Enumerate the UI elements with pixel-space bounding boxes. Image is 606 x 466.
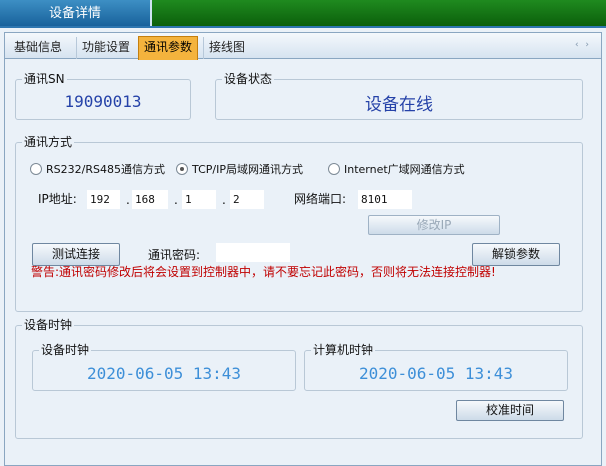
device-status-group: 设备状态 设备在线: [215, 72, 583, 120]
computer-time-box: 计算机时钟 2020-06-05 13:43: [304, 343, 568, 391]
password-label: 通讯密码:: [148, 248, 201, 262]
password-input[interactable]: [216, 243, 290, 262]
radio-tcpip[interactable]: TCP/IP局域网通讯方式: [176, 162, 303, 178]
tab-basic-info[interactable]: 基础信息: [9, 37, 67, 59]
radio-tcpip-label: TCP/IP局域网通讯方式: [192, 163, 303, 176]
ip-octet-2-input[interactable]: 168: [132, 190, 168, 209]
ip-dot-separator: .: [126, 193, 130, 207]
radio-tcpip-circle-icon[interactable]: [176, 163, 188, 175]
tab-scroll-arrows-icon[interactable]: ‹ ›: [575, 40, 591, 50]
tab-bar: 基础信息 功能设置 通讯参数 接线图 ‹ ›: [5, 33, 601, 60]
device-status-value: 设备在线: [365, 95, 433, 115]
tab-comm-params[interactable]: 通讯参数: [138, 36, 199, 60]
device-clock-group: 设备时钟 设备时钟 2020-06-05 13:43 计算机时钟 2020-06…: [15, 318, 583, 439]
window-title: 设备详情: [0, 0, 152, 27]
sn-legend: 通讯SN: [22, 72, 67, 86]
sn-value: 19090013: [64, 92, 142, 111]
device-status-legend: 设备状态: [222, 72, 275, 86]
port-input[interactable]: 8101: [358, 190, 412, 209]
port-label: 网络端口:: [294, 192, 347, 206]
password-warning: 警告:通讯密码修改后将会设置到控制器中，请不要忘记此密码，否则将无法连接控制器!: [31, 265, 496, 279]
ip-label: IP地址:: [38, 192, 77, 206]
comm-method-legend: 通讯方式: [22, 135, 75, 149]
sn-group: 通讯SN 19090013: [15, 72, 191, 120]
device-time-box: 设备时钟 2020-06-05 13:43: [32, 343, 296, 391]
device-detail-panel: 基础信息 功能设置 通讯参数 接线图 ‹ › 通讯SN 19090013 设备状…: [4, 32, 602, 466]
ip-octet-1-input[interactable]: 192: [87, 190, 120, 209]
radio-internet-circle-icon[interactable]: [328, 163, 340, 175]
title-bar-divider: [0, 26, 606, 28]
radio-internet[interactable]: Internet广域网通信方式: [328, 162, 465, 178]
sync-time-button[interactable]: 校准时间: [456, 400, 564, 421]
ip-octet-4-input[interactable]: 2: [230, 190, 264, 209]
device-time-value: 2020-06-05 13:43: [86, 364, 242, 383]
tab-function-settings[interactable]: 功能设置: [76, 37, 135, 59]
computer-time-legend: 计算机时钟: [311, 343, 376, 357]
radio-rs232-circle-icon[interactable]: [30, 163, 42, 175]
device-clock-legend: 设备时钟: [22, 318, 75, 332]
ip-octet-3-input[interactable]: 1: [182, 190, 216, 209]
radio-rs232-label: RS232/RS485通信方式: [46, 163, 165, 176]
radio-internet-label: Internet广域网通信方式: [344, 163, 465, 176]
computer-time-value: 2020-06-05 13:43: [358, 364, 514, 383]
radio-rs232[interactable]: RS232/RS485通信方式: [30, 162, 165, 178]
tab-wiring-diagram[interactable]: 接线图: [203, 37, 250, 59]
ip-dot-separator: .: [222, 193, 226, 207]
device-time-legend: 设备时钟: [39, 343, 92, 357]
comm-method-group: 通讯方式 RS232/RS485通信方式 TCP/IP局域网通讯方式 Inter…: [15, 135, 583, 312]
modify-ip-button[interactable]: 修改IP: [368, 215, 500, 235]
title-bar: 设备详情: [0, 0, 606, 27]
ip-dot-separator: .: [174, 193, 178, 207]
